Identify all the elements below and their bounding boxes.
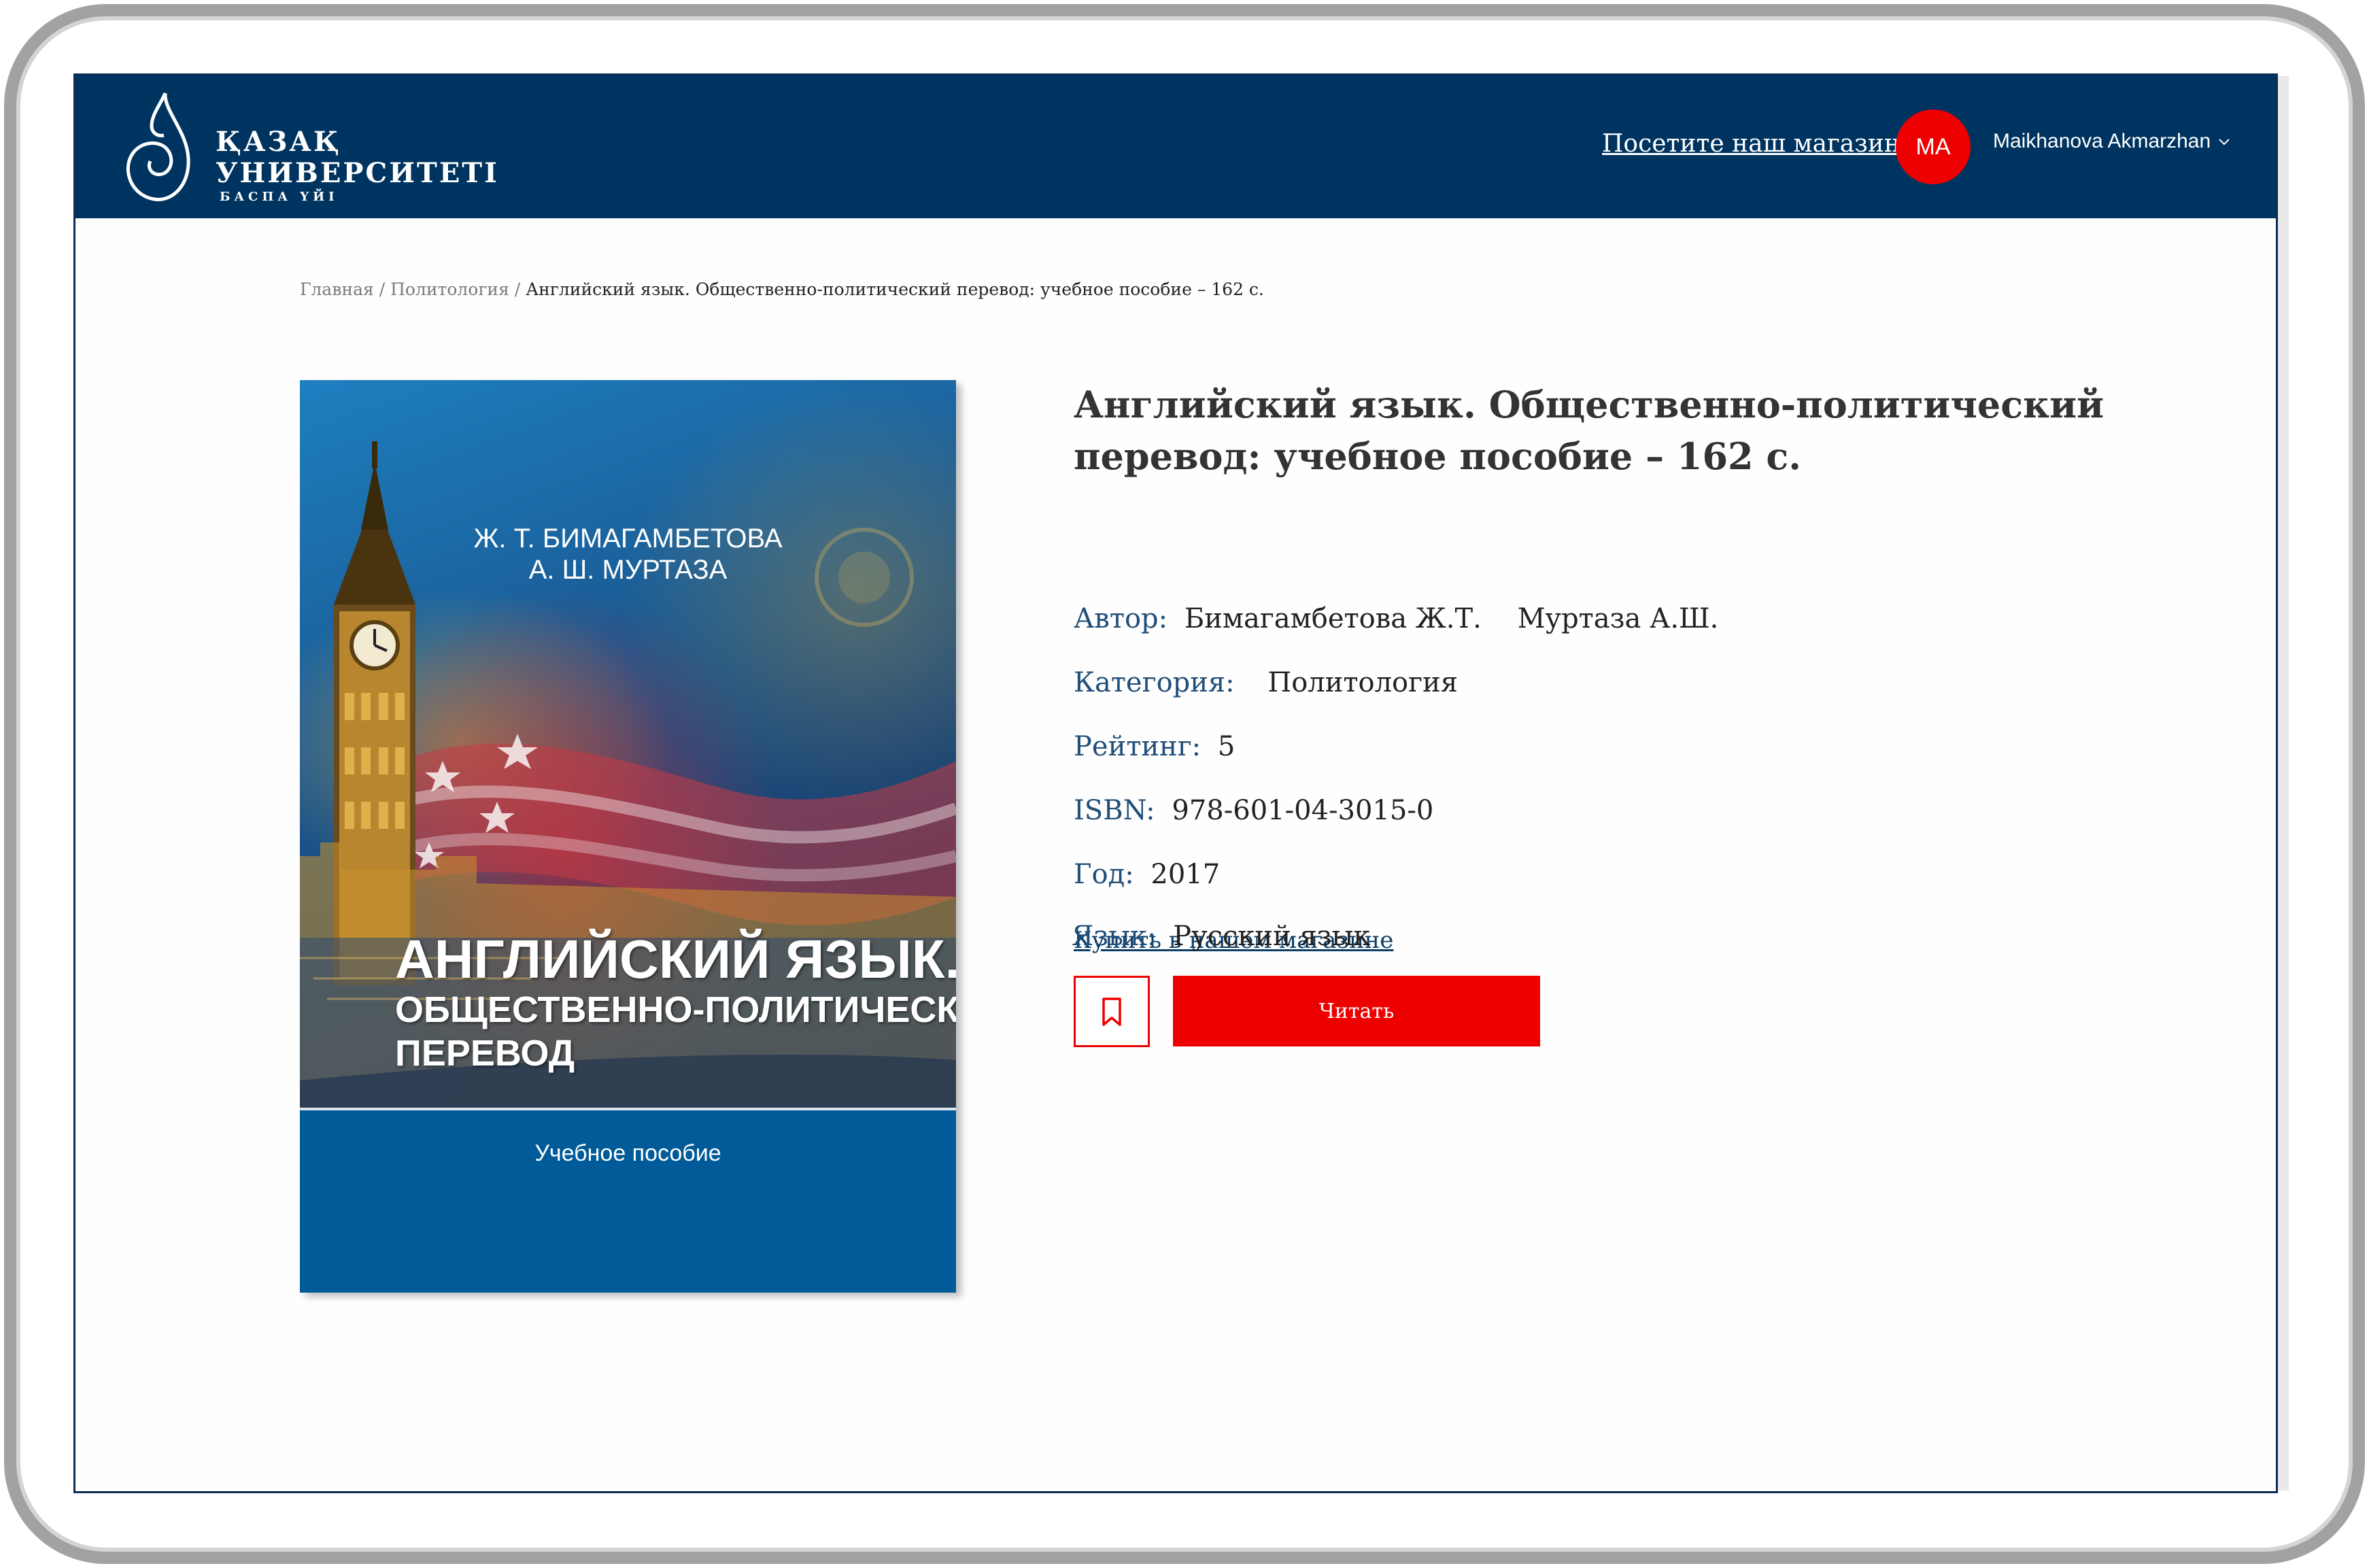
- breadcrumb-separator: /: [514, 279, 521, 299]
- breadcrumb-home[interactable]: Главная: [300, 279, 374, 299]
- meta-author-row: Автор: Бимагамбетова Ж.Т. Муртаза А.Ш.: [1074, 603, 1718, 634]
- browser-viewport: ҚАЗАҚ УНИВЕРСИТЕТІ БАСПА ҮЙІ Посетите на…: [73, 73, 2278, 1493]
- isbn-label: ISBN:: [1074, 795, 1155, 826]
- logo-text-line-3: БАСПА ҮЙІ: [220, 190, 339, 204]
- meta-category-row: Категория: Политология: [1074, 667, 1458, 698]
- site-logo[interactable]: ҚАЗАҚ УНИВЕРСИТЕТІ БАСПА ҮЙІ: [124, 90, 497, 206]
- user-avatar[interactable]: MA: [1896, 109, 1971, 184]
- cover-title: АНГЛИЙСКИЙ ЯЗЫК. ОБЩЕСТВЕННО-ПОЛИТИЧЕСКИ…: [395, 931, 956, 1075]
- user-name: Maikhanova Akmarzhan: [1993, 130, 2211, 152]
- site-header: ҚАЗАҚ УНИВЕРСИТЕТІ БАСПА ҮЙІ Посетите на…: [75, 75, 2276, 218]
- bookmark-button[interactable]: [1074, 976, 1150, 1047]
- category-label: Категория:: [1074, 667, 1235, 698]
- cover-title-line-2: ОБЩЕСТВЕННО-ПОЛИТИЧЕСКИЙ: [395, 989, 956, 1030]
- book-title: Английский язык. Общественно-политически…: [1074, 383, 2104, 478]
- logo-text-line-2: УНИВЕРСИТЕТІ: [216, 157, 499, 189]
- year-label: Год:: [1074, 859, 1134, 890]
- author-name-1[interactable]: Бимагамбетова Ж.Т.: [1184, 603, 1482, 634]
- rating-value: 5: [1217, 731, 1235, 762]
- breadcrumb-separator: /: [379, 279, 386, 299]
- cover-bottom-band: [300, 1108, 956, 1293]
- meta-rating-row: Рейтинг: 5: [1074, 731, 1235, 762]
- year-value: 2017: [1151, 859, 1221, 890]
- cover-title-line-3: ПЕРЕВОД: [395, 1033, 575, 1074]
- visit-shop-link[interactable]: Посетите наш магазин: [1602, 130, 1901, 158]
- book-cover-image: Ж. Т. БИМАГАМБЕТОВА А. Ш. МУРТАЗА АНГЛИЙ…: [300, 380, 956, 1293]
- cover-author-2: А. Ш. МУРТАЗА: [528, 555, 728, 585]
- breadcrumb-current: Английский язык. Общественно-политически…: [526, 279, 1264, 299]
- isbn-value: 978-601-04-3015-0: [1172, 795, 1434, 826]
- meta-year-row: Год: 2017: [1074, 859, 1220, 890]
- screen-shadow: [2278, 76, 2289, 1490]
- chevron-down-icon: [2219, 139, 2230, 146]
- author-label: Автор:: [1074, 603, 1168, 634]
- cover-title-line-1: АНГЛИЙСКИЙ ЯЗЫК.: [395, 929, 956, 989]
- drop-logo-icon: [126, 92, 190, 201]
- cover-authors: Ж. Т. БИМАГАМБЕТОВА А. Ш. МУРТАЗА: [300, 523, 956, 585]
- user-menu[interactable]: Maikhanova Akmarzhan: [1993, 130, 2232, 153]
- meta-language: Язык: Русский язык: [1072, 921, 1370, 952]
- cover-book-type: Учебное пособие: [534, 1140, 721, 1166]
- read-button[interactable]: Читать: [1173, 976, 1540, 1046]
- breadcrumb-category[interactable]: Политология: [390, 279, 509, 299]
- meta-isbn-row: ISBN: 978-601-04-3015-0: [1074, 795, 1433, 826]
- rating-label: Рейтинг:: [1074, 731, 1201, 762]
- bookmark-icon: [1102, 997, 1121, 1026]
- category-value[interactable]: Политология: [1267, 667, 1458, 698]
- language-label: Язык:: [1072, 921, 1157, 952]
- cover-author-1: Ж. Т. БИМАГАМБЕТОВА: [473, 524, 783, 553]
- breadcrumb: Главная / Политология / Английский язык.…: [300, 279, 1264, 299]
- logo-text-line-1: ҚАЗАҚ: [216, 126, 341, 158]
- language-value: Русский язык: [1173, 921, 1371, 952]
- author-name-2[interactable]: Муртаза А.Ш.: [1518, 603, 1719, 634]
